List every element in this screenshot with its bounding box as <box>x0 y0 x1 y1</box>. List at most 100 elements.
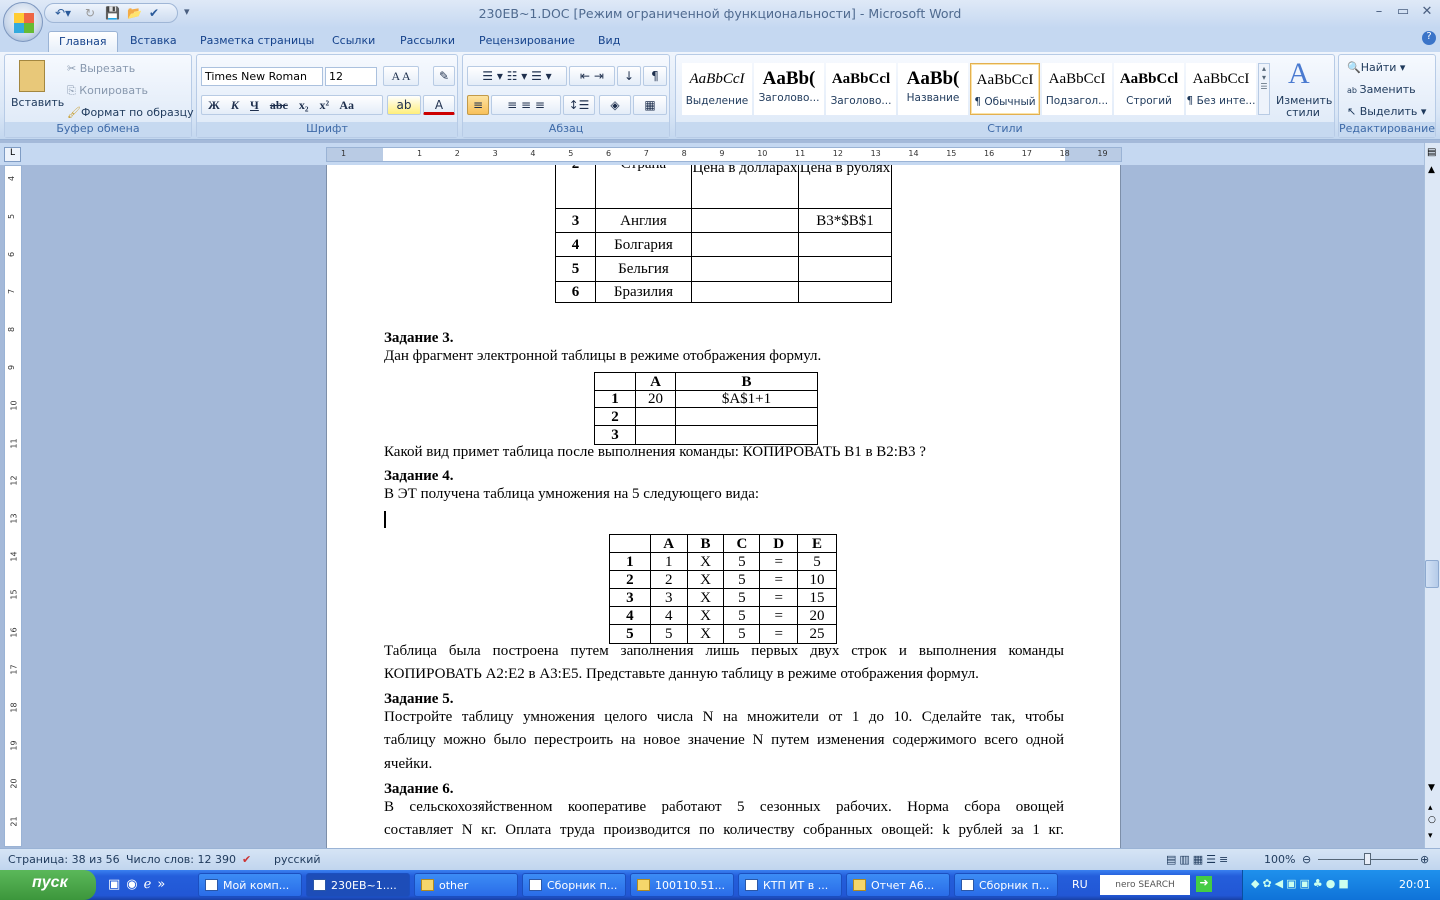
tab-home[interactable]: Главная <box>48 31 118 52</box>
ruler-number: 8 <box>7 327 17 333</box>
tab-selector-button[interactable]: L <box>4 147 21 162</box>
style-heading2[interactable]: AaBbCcl Заголово... <box>826 63 896 115</box>
clipboard-label: Буфер обмена <box>5 122 191 137</box>
tab-view[interactable]: Вид <box>588 31 630 52</box>
table-cell: B <box>686 534 725 553</box>
change-styles-button[interactable]: Изменить стили <box>1276 95 1332 119</box>
minimize-button[interactable]: – <box>1368 4 1390 19</box>
replace-button[interactable]: ab Заменить <box>1347 83 1416 96</box>
cut-button[interactable]: ✂ Вырезать <box>67 62 135 75</box>
table-row: ABCDE <box>609 534 837 553</box>
table-row: 1 1 X 5 = 5 <box>609 552 837 571</box>
office-button[interactable] <box>3 2 43 42</box>
list-buttons[interactable]: ☰ ▾ ☷ ▾ ☰ ▾ <box>467 66 567 86</box>
word-count[interactable]: Число слов: 12 390 <box>126 853 236 866</box>
quick-launch-icons[interactable]: ▣◉ℯ» <box>108 877 171 892</box>
vertical-scrollbar[interactable]: ▤ ▲ ▼ ▴ ○ ▾ <box>1424 143 1440 848</box>
styles-group: AaBbCcI Выделение AaBb(Заголово... AaBbCc… <box>675 54 1335 138</box>
computer-icon <box>205 879 218 891</box>
grow-shrink-font-buttons[interactable]: A A <box>383 66 419 86</box>
scroll-up-icon[interactable]: ▲ <box>1428 165 1435 175</box>
font-color-button[interactable]: A <box>423 95 455 115</box>
align-buttons[interactable]: ≡ ≡ ≡ <box>491 95 561 115</box>
style-normal[interactable]: AaBbCcI ¶ Обычный <box>970 63 1040 115</box>
prev-page-icon[interactable]: ▴ <box>1428 803 1433 813</box>
restore-button[interactable]: ▭ <box>1392 4 1414 19</box>
line-spacing-button[interactable]: ↕☰ <box>563 95 595 115</box>
find-button[interactable]: 🔍Найти ▾ <box>1347 61 1405 74</box>
show-marks-button[interactable]: ¶ <box>643 66 667 86</box>
ruler-number: 12 <box>9 475 19 486</box>
align-left-button[interactable]: ≡ <box>467 95 489 115</box>
tab-review[interactable]: Рецензирование <box>469 31 585 52</box>
ruler-number: 5 <box>568 149 574 158</box>
redo-icon[interactable]: ↻ <box>85 6 95 20</box>
styles-scroll[interactable]: ▴ ▾ ☰ <box>1258 63 1270 115</box>
shading-button[interactable]: ◈ <box>599 95 631 115</box>
style-heading1[interactable]: AaBb(Заголово... <box>754 63 824 115</box>
ruler-toggle-icon[interactable]: ▤ <box>1427 147 1436 158</box>
taskbar-item[interactable]: Сборник п... <box>954 873 1058 897</box>
language[interactable]: русский <box>274 853 321 866</box>
zoom-out-icon[interactable]: ⊖ <box>1302 853 1311 866</box>
style-emphasis[interactable]: AaBbCcI Выделение <box>682 63 752 115</box>
highlight-button[interactable]: ab <box>387 95 421 115</box>
word-icon <box>961 879 974 891</box>
taskbar-item[interactable]: КТП ИТ в ... <box>738 873 842 897</box>
task6-line2: составляет N кг. Оплата труда производит… <box>384 822 1064 838</box>
document-page[interactable]: 2СтранаЦена в долларахЦена в рублях 3Анг… <box>326 165 1121 848</box>
horizontal-ruler[interactable]: 1 1 2 3 4 5 6 7 8 9 10 11 12 13 14 15 16 17 18 19 <box>326 147 1122 162</box>
scroll-down-icon[interactable]: ▼ <box>1428 783 1435 793</box>
help-icon[interactable]: ? <box>1422 31 1436 45</box>
close-button[interactable]: ✕ <box>1416 4 1438 19</box>
proofing-icon[interactable]: ✔ <box>242 853 251 866</box>
customize-qat-icon[interactable]: ▾ <box>184 5 190 18</box>
open-icon[interactable]: 📂 <box>127 6 142 20</box>
browse-object-icon[interactable]: ○ <box>1428 815 1436 825</box>
taskbar-item[interactable]: 230EB~1.... <box>306 873 410 897</box>
taskbar-item[interactable]: Отчет А6... <box>846 873 950 897</box>
nero-search-box[interactable]: nero SEARCH <box>1100 875 1190 895</box>
font-style-buttons[interactable]: Ж К Ч abc x₂ x² Aa <box>201 95 383 115</box>
save-icon[interactable]: 💾 <box>105 6 120 20</box>
format-painter-button[interactable]: 🖌Формат по образцу <box>67 106 194 119</box>
go-arrow-icon[interactable]: ➜ <box>1196 876 1212 892</box>
style-strong[interactable]: AaBbCcl Строгий <box>1114 63 1184 115</box>
paste-button[interactable]: Вставить <box>11 96 64 109</box>
start-button[interactable]: пуск <box>0 870 96 900</box>
tray-icons[interactable]: ◆✿◀▣▣♣●■ <box>1251 877 1352 890</box>
borders-button[interactable]: ▦ <box>633 95 667 115</box>
view-buttons[interactable]: ▤▥▦☰≡ <box>1166 853 1231 866</box>
tab-references[interactable]: Ссылки <box>322 31 385 52</box>
language-indicator[interactable]: RU <box>1072 878 1088 891</box>
style-subtitle[interactable]: AaBbCcI Подзагол... <box>1042 63 1112 115</box>
zoom-level[interactable]: 100% <box>1264 853 1295 866</box>
tab-insert[interactable]: Вставка <box>120 31 187 52</box>
ruler-number: 20 <box>9 778 19 789</box>
taskbar-item[interactable]: other <box>414 873 518 897</box>
style-title[interactable]: AaBb(Название <box>898 63 968 115</box>
sort-button[interactable]: ↓ <box>617 66 641 86</box>
spelling-icon[interactable]: ✔ <box>149 6 159 20</box>
indent-buttons[interactable]: ⇤ ⇥ <box>569 66 615 86</box>
copy-button[interactable]: ⎘ Копировать <box>67 84 148 98</box>
quick-access-toolbar: ↶▾ ↻ 💾 📂 ✔ <box>44 3 178 23</box>
zoom-in-icon[interactable]: ⊕ <box>1420 853 1429 866</box>
folder-icon <box>421 879 434 891</box>
taskbar-item[interactable]: Сборник п... <box>522 873 626 897</box>
vertical-ruler[interactable]: 4 5 6 7 8 9 10 11 12 13 14 15 16 17 18 19 20 21 <box>4 165 22 847</box>
taskbar-item[interactable]: Мой комп... <box>198 873 302 897</box>
taskbar-item[interactable]: 100110.51... <box>630 873 734 897</box>
undo-icon[interactable]: ↶▾ <box>55 6 71 20</box>
tab-mailings[interactable]: Рассылки <box>390 31 465 52</box>
next-page-icon[interactable]: ▾ <box>1428 831 1433 841</box>
tab-page-layout[interactable]: Разметка страницы <box>190 31 324 52</box>
zoom-slider-thumb[interactable] <box>1364 853 1371 865</box>
page-count[interactable]: Страница: 38 из 56 <box>8 853 120 866</box>
scrollbar-thumb[interactable] <box>1425 560 1439 588</box>
clear-formatting-button[interactable]: ✎ <box>433 66 455 86</box>
style-no-spacing[interactable]: AaBbCcI ¶ Без инте... <box>1186 63 1256 115</box>
font-family-select[interactable]: Times New Roman <box>201 67 323 86</box>
font-size-select[interactable]: 12 <box>325 67 377 86</box>
select-button[interactable]: ↖ Выделить ▾ <box>1347 105 1426 118</box>
